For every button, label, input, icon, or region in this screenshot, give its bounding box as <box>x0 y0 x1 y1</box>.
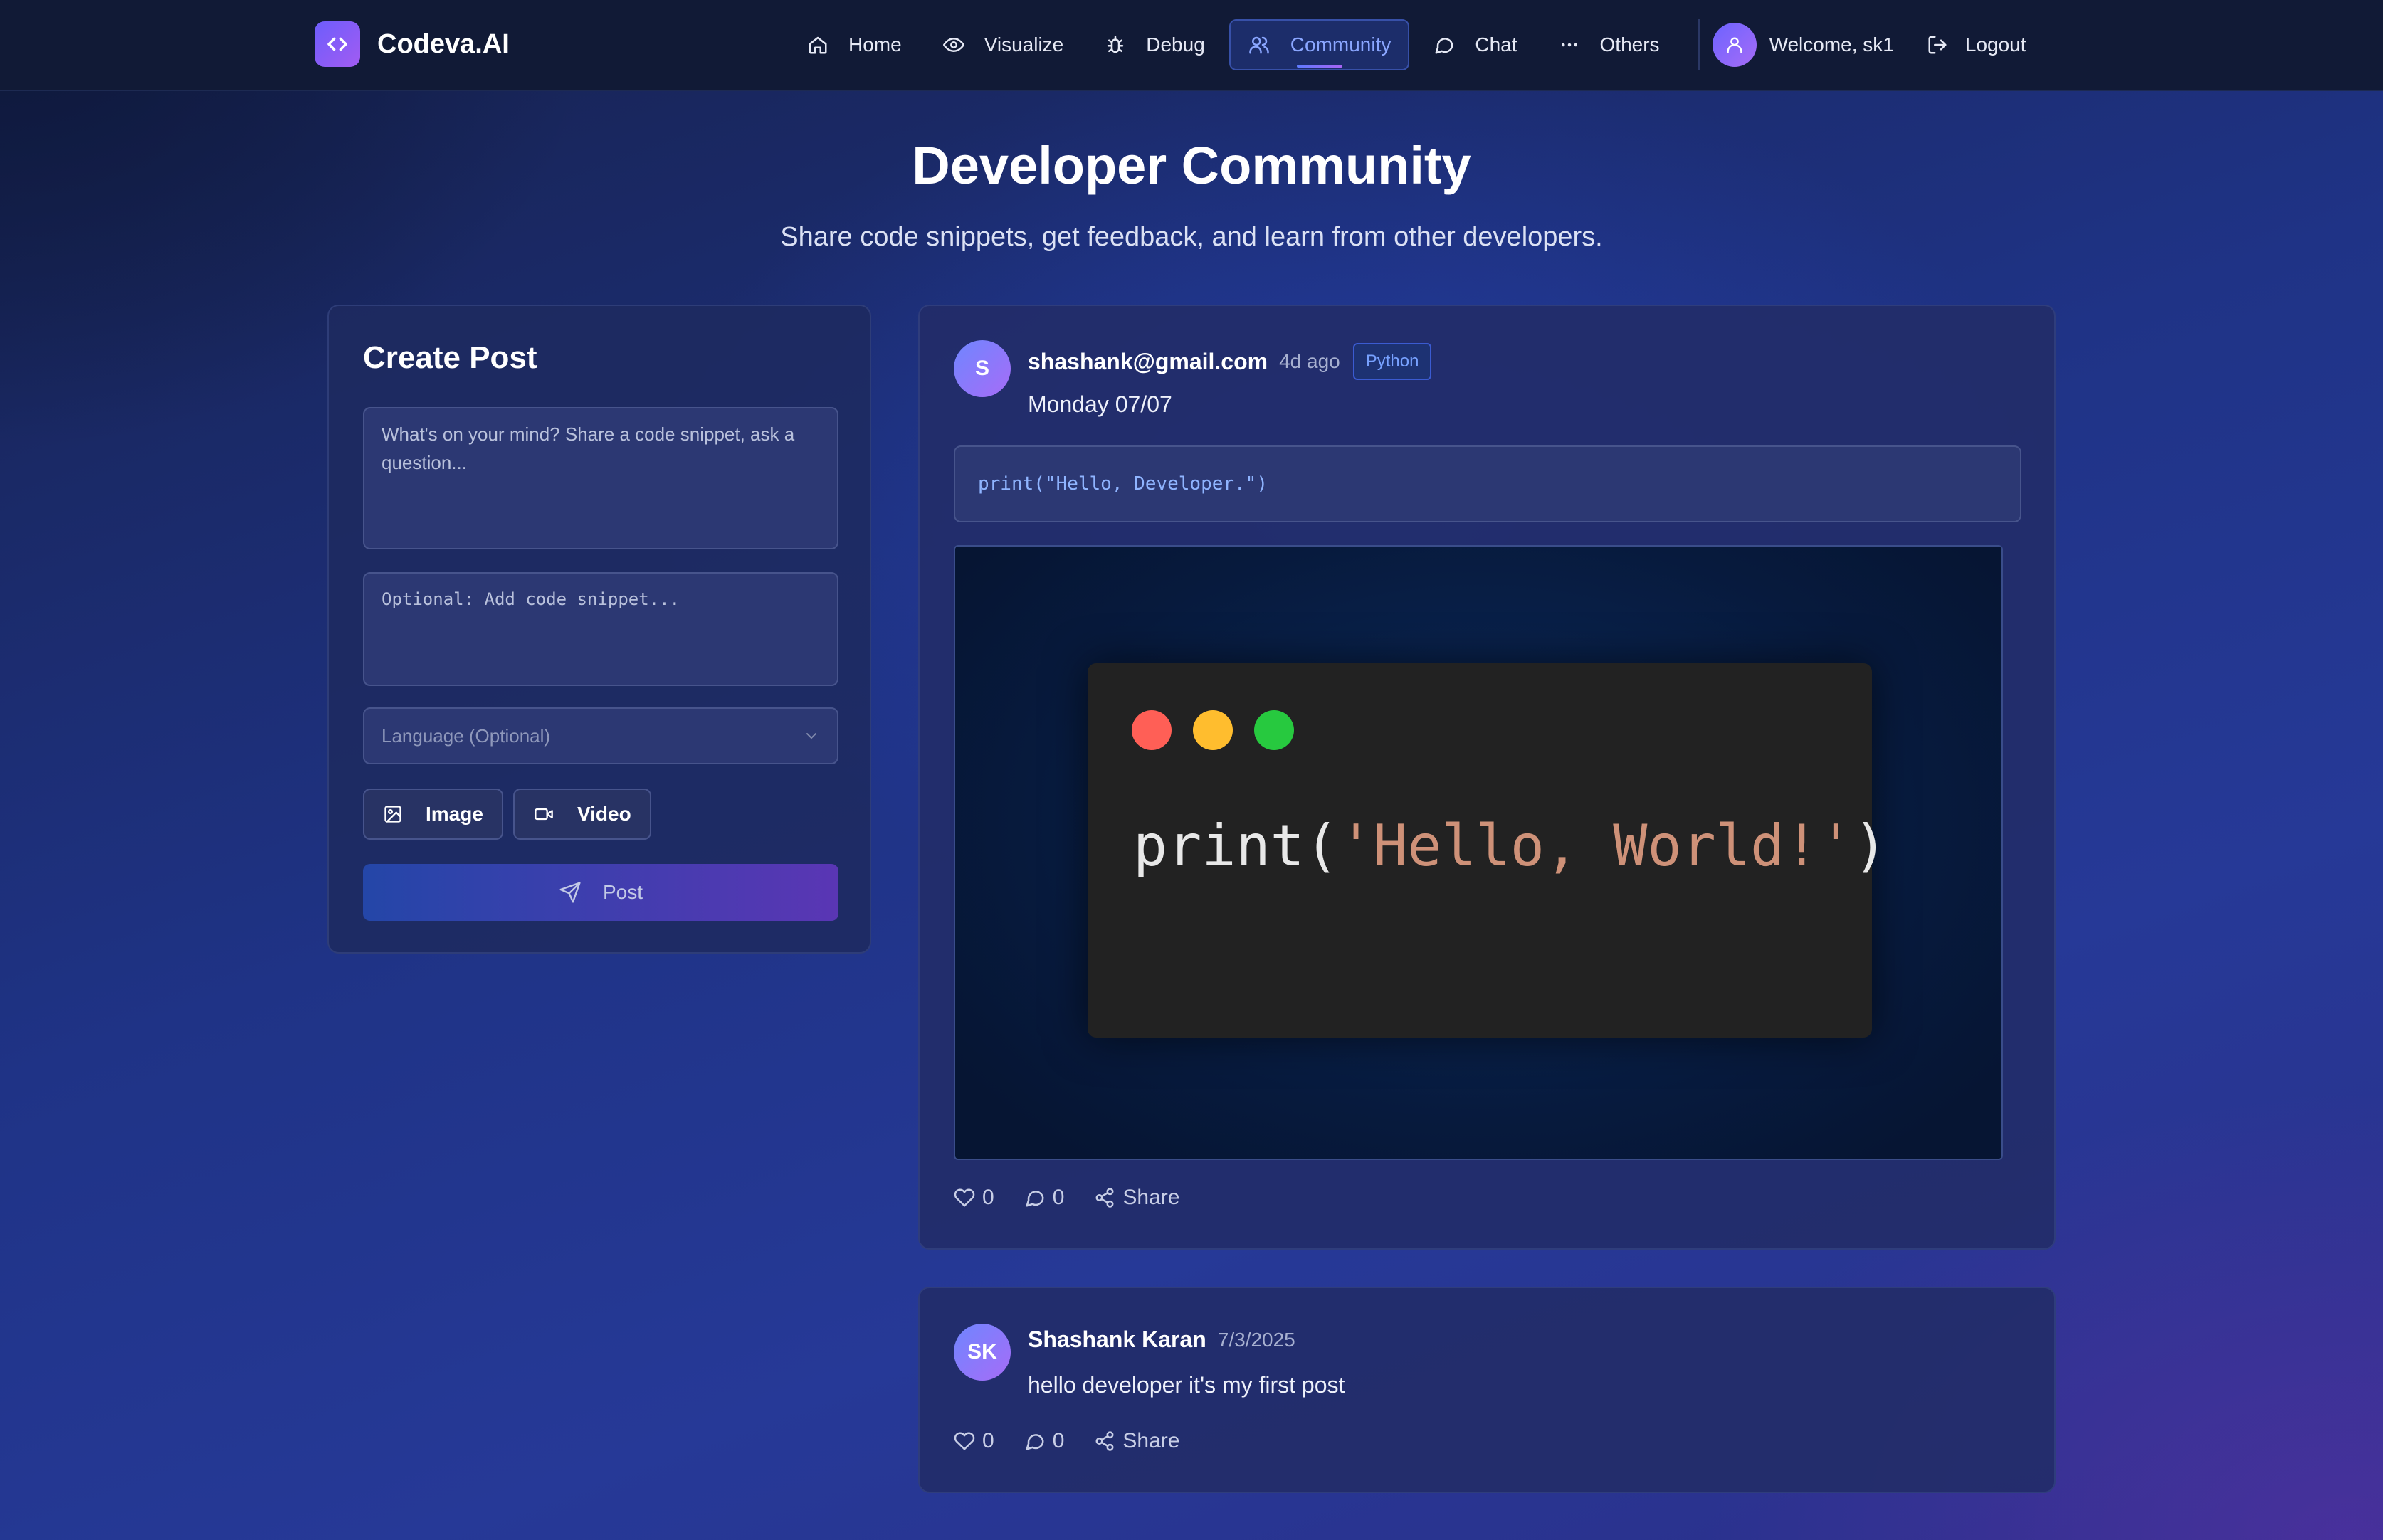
create-post-card: Create Post What's on your mind? Share a… <box>327 305 871 954</box>
user-icon <box>1727 37 1742 53</box>
user-avatar <box>1712 23 1757 67</box>
share-icon <box>1095 1431 1114 1451</box>
eye-icon <box>942 38 964 52</box>
post-actions: 0 0 Share <box>954 1186 1209 1210</box>
comment-button[interactable]: 0 <box>1024 1429 1065 1453</box>
nav-others-label: Others <box>1599 33 1660 56</box>
top-navbar: Codeva.AI Home Visualize Debug Community… <box>0 0 2383 91</box>
add-image-label: Image <box>426 803 483 825</box>
more-icon <box>1561 43 1577 47</box>
post-text: Monday 07/07 <box>1028 391 1172 417</box>
author-avatar[interactable]: S <box>954 340 1011 397</box>
post-text: hello developer it's my first post <box>1028 1372 1345 1398</box>
feed-post: S shashank@gmail.com 4d ago Python Monda… <box>918 305 2056 1250</box>
comment-icon <box>1026 1434 1044 1450</box>
nav-chat-label: Chat <box>1475 33 1517 56</box>
nav-community[interactable]: Community <box>1229 19 1410 70</box>
post-header: Shashank Karan 7/3/2025 <box>1028 1327 1295 1353</box>
page-title: Developer Community <box>912 136 1471 195</box>
code-window-illustration: print('Hello, World!') <box>1088 663 1888 1038</box>
chat-icon <box>1435 38 1453 54</box>
video-icon <box>535 808 553 821</box>
home-icon <box>809 36 827 54</box>
share-label: Share <box>1122 1429 1180 1452</box>
post-text-placeholder: What's on your mind? Share a code snippe… <box>382 423 795 473</box>
user-menu[interactable]: Welcome, sk1 <box>1712 23 1894 67</box>
image-code-string: 'Hello, World!' <box>1338 813 1853 879</box>
code-brackets-icon <box>315 21 360 67</box>
share-button[interactable]: Share <box>1094 1429 1179 1453</box>
nav-home-label: Home <box>848 33 902 56</box>
image-code-text: print('Hello, World!') <box>1133 813 1888 879</box>
share-label: Share <box>1122 1186 1180 1209</box>
nav-debug[interactable]: Debug <box>1088 19 1222 70</box>
post-actions: 0 0 Share <box>954 1429 1209 1453</box>
image-code-function: print( <box>1133 813 1339 879</box>
comment-count: 0 <box>1052 1429 1065 1452</box>
feed-post: SK Shashank Karan 7/3/2025 hello develop… <box>918 1287 2056 1493</box>
add-video-button[interactable]: Video <box>512 789 651 840</box>
brand[interactable]: Codeva.AI <box>315 21 510 67</box>
author-avatar[interactable]: SK <box>954 1324 1011 1381</box>
welcome-text: Welcome, sk1 <box>1769 33 1894 56</box>
add-video-label: Video <box>577 803 631 825</box>
users-icon <box>1249 36 1269 54</box>
logout-label: Logout <box>1964 33 2026 56</box>
post-time: 4d ago <box>1279 350 1340 372</box>
comment-button[interactable]: 0 <box>1024 1186 1065 1210</box>
post-image[interactable]: print('Hello, World!') <box>954 545 2003 1160</box>
like-count: 0 <box>982 1186 994 1209</box>
window-close-dot <box>1132 710 1172 750</box>
add-image-button[interactable]: Image <box>363 789 503 840</box>
post-header: shashank@gmail.com 4d ago Python <box>1028 343 1432 380</box>
language-badge: Python <box>1352 343 1432 380</box>
language-select[interactable]: Language (Optional) <box>363 707 838 764</box>
bug-icon <box>1108 36 1124 53</box>
post-time: 7/3/2025 <box>1217 1328 1295 1351</box>
logout-button[interactable]: Logout <box>1927 33 2026 56</box>
comment-icon <box>1026 1191 1044 1207</box>
like-button[interactable]: 0 <box>954 1429 994 1453</box>
image-code-close: ) <box>1853 813 1888 879</box>
logout-icon <box>1928 36 1947 54</box>
window-minimize-dot <box>1193 710 1233 750</box>
nav-chat[interactable]: Chat <box>1416 19 1534 70</box>
nav-visualize[interactable]: Visualize <box>926 19 1081 70</box>
share-icon <box>1095 1188 1114 1208</box>
post-text-input[interactable]: What's on your mind? Share a code snippe… <box>363 407 838 549</box>
nav-divider <box>1698 19 1700 70</box>
code-snippet-placeholder: Optional: Add code snippet... <box>382 589 680 609</box>
send-icon <box>559 882 581 903</box>
comment-count: 0 <box>1052 1186 1065 1209</box>
nav-visualize-label: Visualize <box>984 33 1064 56</box>
post-author[interactable]: Shashank Karan <box>1028 1327 1206 1353</box>
page-subtitle: Share code snippets, get feedback, and l… <box>780 222 1603 252</box>
heart-icon <box>954 1188 975 1207</box>
nav-debug-label: Debug <box>1146 33 1205 56</box>
post-author[interactable]: shashank@gmail.com <box>1028 349 1268 375</box>
like-button[interactable]: 0 <box>954 1186 994 1210</box>
image-icon <box>384 806 401 823</box>
nav-community-label: Community <box>1290 33 1392 56</box>
window-maximize-dot <box>1254 710 1294 750</box>
post-code-snippet: print("Hello, Developer.") <box>954 445 2021 522</box>
create-post-title: Create Post <box>363 340 537 375</box>
code-snippet-input[interactable]: Optional: Add code snippet... <box>363 572 838 686</box>
nav-home[interactable]: Home <box>790 19 919 70</box>
share-button[interactable]: Share <box>1094 1186 1179 1210</box>
media-buttons: Image Video <box>363 789 661 840</box>
language-select-value: Language (Optional) <box>382 725 551 747</box>
nav-others[interactable]: Others <box>1542 19 1677 70</box>
chevron-down-icon <box>806 733 816 739</box>
post-button[interactable]: Post <box>363 864 838 921</box>
main-nav: Home Visualize Debug Community Chat Othe… <box>790 19 2026 70</box>
brand-name: Codeva.AI <box>377 28 510 59</box>
post-button-label: Post <box>602 881 643 903</box>
like-count: 0 <box>982 1429 994 1452</box>
heart-icon <box>954 1432 975 1450</box>
